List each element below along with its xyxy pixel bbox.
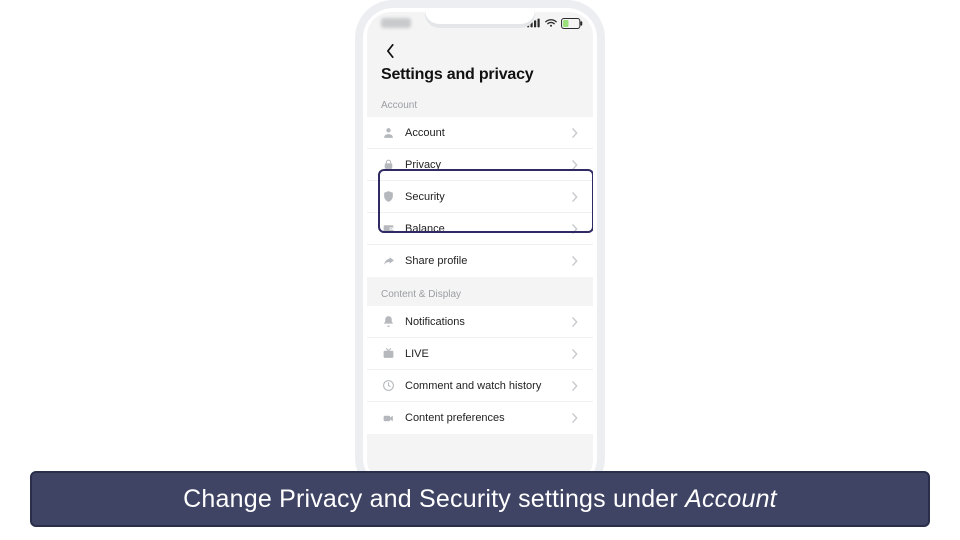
row-label: Content preferences (405, 412, 561, 424)
chevron-right-icon (571, 224, 579, 234)
chevron-right-icon (571, 317, 579, 327)
wallet-icon (381, 222, 395, 236)
clock-icon (381, 379, 395, 393)
row-content-preferences[interactable]: Content preferences (367, 402, 593, 434)
share-icon (381, 254, 395, 268)
chevron-right-icon (571, 381, 579, 391)
row-label: Share profile (405, 255, 561, 267)
row-label: Comment and watch history (405, 380, 561, 392)
row-label: Account (405, 127, 561, 139)
chevron-right-icon (571, 349, 579, 359)
chevron-right-icon (571, 413, 579, 423)
chevron-right-icon (571, 256, 579, 266)
section-account: Account Privacy Security Balance (367, 117, 593, 277)
back-button[interactable] (381, 42, 399, 60)
row-privacy[interactable]: Privacy (367, 149, 593, 181)
row-balance[interactable]: Balance (367, 213, 593, 245)
chevron-right-icon (571, 160, 579, 170)
live-icon (381, 347, 395, 361)
row-label: LIVE (405, 348, 561, 360)
section-header-content: Content & Display (367, 277, 593, 306)
chevron-right-icon (571, 192, 579, 202)
wifi-icon (545, 18, 557, 28)
phone-screen: Settings and privacy Account Account Pri… (367, 12, 593, 484)
caption-text: Change Privacy and Security settings und… (183, 485, 777, 514)
lock-icon (381, 158, 395, 172)
caption-emphasis: Account (685, 485, 777, 513)
row-comment-history[interactable]: Comment and watch history (367, 370, 593, 402)
row-label: Balance (405, 223, 561, 235)
battery-icon (561, 18, 583, 29)
caption-prefix: Change Privacy and Security settings und… (183, 485, 685, 513)
phone-notch (425, 8, 535, 28)
person-icon (381, 126, 395, 140)
caption-bar: Change Privacy and Security settings und… (30, 471, 930, 527)
section-header-account: Account (367, 88, 593, 117)
shield-icon (381, 190, 395, 204)
page-title: Settings and privacy (381, 66, 579, 84)
row-security[interactable]: Security (367, 181, 593, 213)
row-share-profile[interactable]: Share profile (367, 245, 593, 277)
row-label: Privacy (405, 159, 561, 171)
bell-icon (381, 315, 395, 329)
row-notifications[interactable]: Notifications (367, 306, 593, 338)
chevron-right-icon (571, 128, 579, 138)
row-label: Notifications (405, 316, 561, 328)
row-account[interactable]: Account (367, 117, 593, 149)
row-live[interactable]: LIVE (367, 338, 593, 370)
row-label: Security (405, 191, 561, 203)
video-icon (381, 411, 395, 425)
phone-frame: Settings and privacy Account Account Pri… (363, 8, 597, 488)
section-content: Notifications LIVE Comment and watch his… (367, 306, 593, 434)
page-header: Settings and privacy (367, 34, 593, 88)
